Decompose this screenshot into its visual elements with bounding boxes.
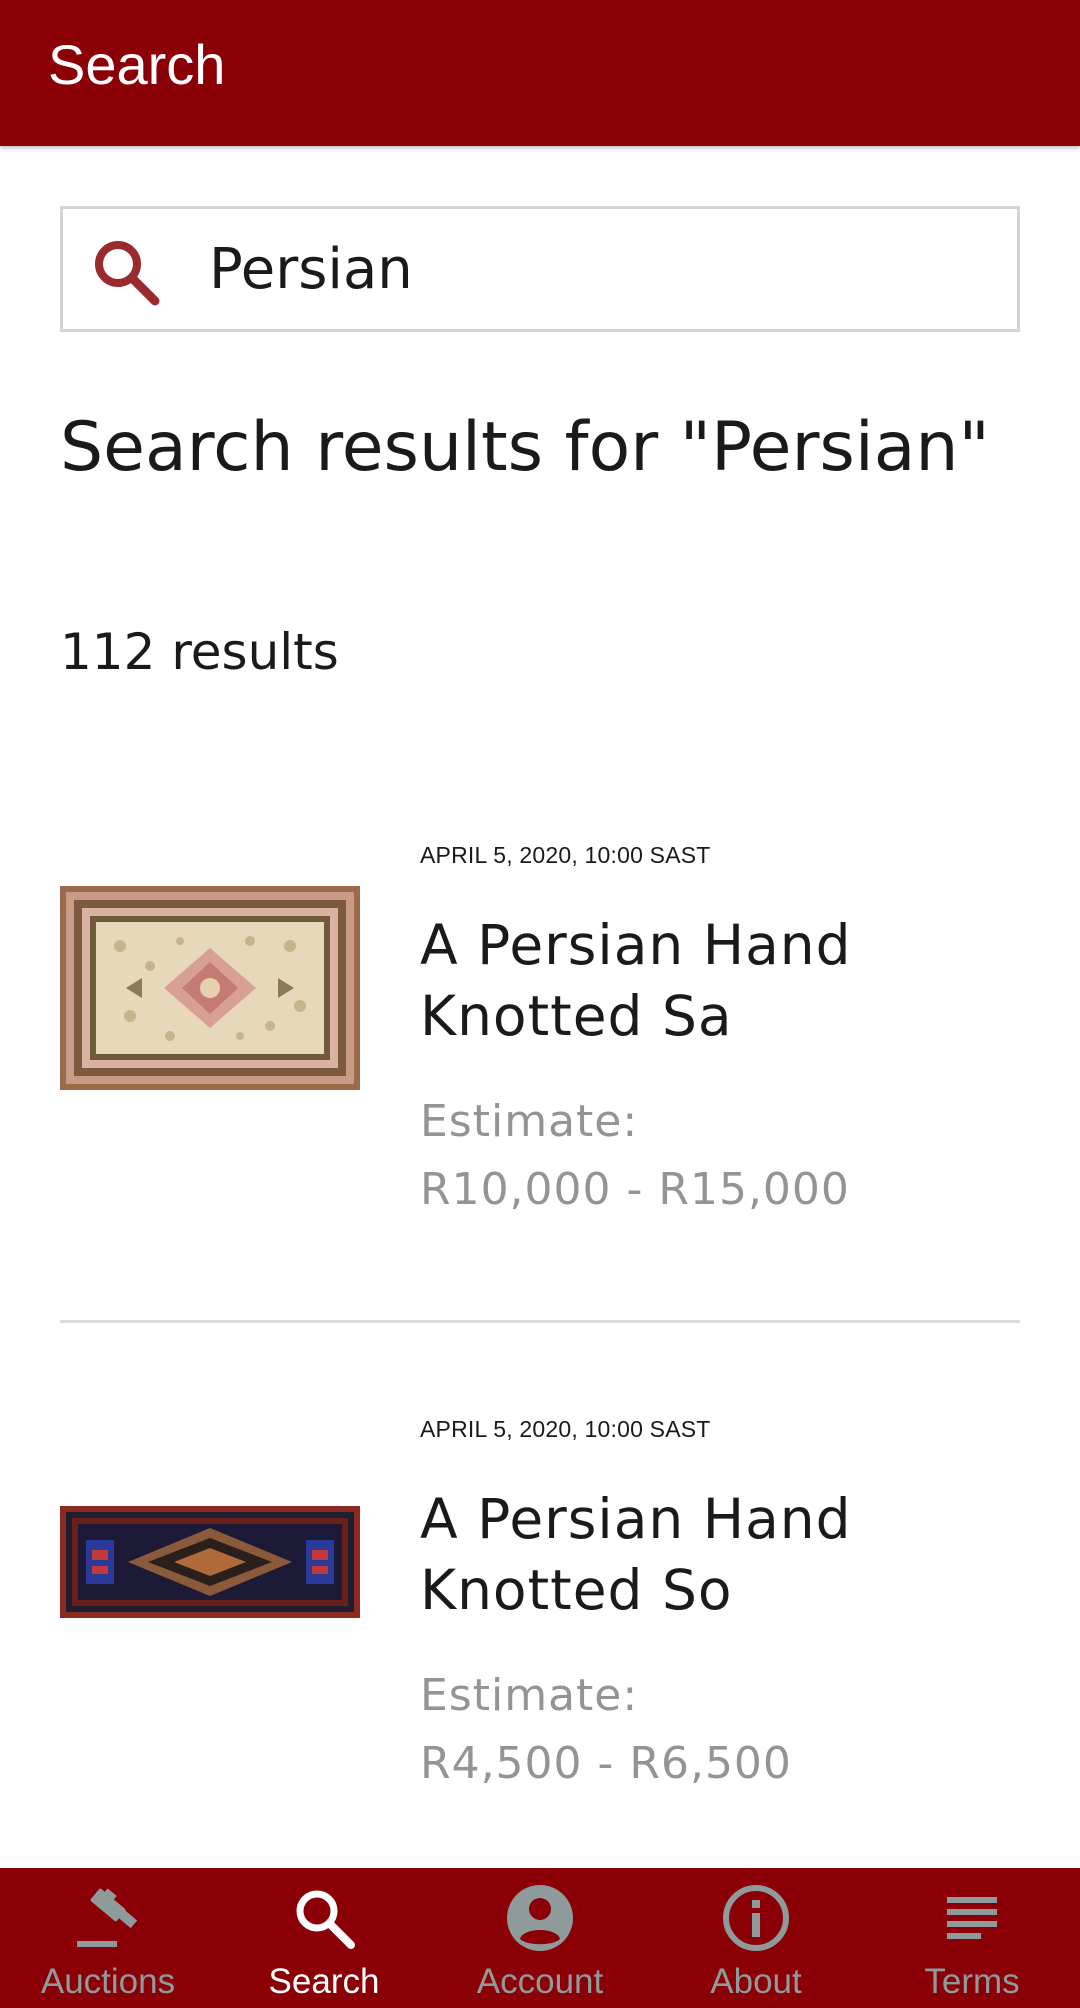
nav-item-account[interactable]: Account	[432, 1868, 648, 2008]
app-bar: Search	[0, 0, 1080, 146]
lot-title[interactable]: A Persian Hand Knotted So	[420, 1484, 1020, 1626]
search-box[interactable]	[60, 206, 1020, 332]
estimate-label: Estimate:	[420, 1670, 639, 1721]
results-heading: Search results for "Persian"	[60, 408, 990, 487]
nav-item-search[interactable]: Search	[216, 1868, 432, 2008]
estimate-value: R4,500 - R6,500	[420, 1738, 792, 1789]
info-icon	[721, 1883, 791, 1953]
nav-label: Auctions	[40, 1962, 176, 2001]
auction-date: APRIL 5, 2020, 10:00 SAST	[420, 842, 711, 868]
nav-label: About	[710, 1962, 802, 2001]
lot-title[interactable]: A Persian Hand Knotted Sa	[420, 910, 1020, 1052]
search-icon	[89, 235, 161, 307]
result-item[interactable]: APRIL 5, 2020, 10:00 SAST A Persian Hand…	[60, 830, 1020, 1290]
nav-item-terms[interactable]: Terms	[864, 1868, 1080, 2008]
nav-item-about[interactable]: About	[648, 1868, 864, 2008]
estimate-label: Estimate:	[420, 1096, 639, 1147]
gavel-icon	[73, 1883, 143, 1953]
nav-label: Terms	[924, 1962, 1020, 2001]
rug-thumbnail[interactable]	[60, 1506, 360, 1618]
results-count: 112 results	[60, 623, 339, 681]
list-lines-icon	[937, 1883, 1007, 1953]
nav-item-auctions[interactable]: Auctions	[0, 1868, 216, 2008]
nav-label: Search	[268, 1962, 380, 2001]
auction-date: APRIL 5, 2020, 10:00 SAST	[420, 1416, 711, 1442]
divider	[60, 1320, 1020, 1323]
rug-thumbnail[interactable]	[60, 886, 360, 1090]
search-input[interactable]	[209, 229, 989, 309]
bottom-nav: Auctions Search Account About Terms	[0, 1868, 1080, 2008]
estimate-value: R10,000 - R15,000	[420, 1164, 850, 1215]
page-title: Search	[48, 33, 226, 96]
account-circle-icon	[505, 1883, 575, 1953]
nav-label: Account	[476, 1962, 604, 2001]
result-item[interactable]: APRIL 5, 2020, 10:00 SAST A Persian Hand…	[60, 1404, 1020, 1864]
search-icon	[289, 1883, 359, 1953]
